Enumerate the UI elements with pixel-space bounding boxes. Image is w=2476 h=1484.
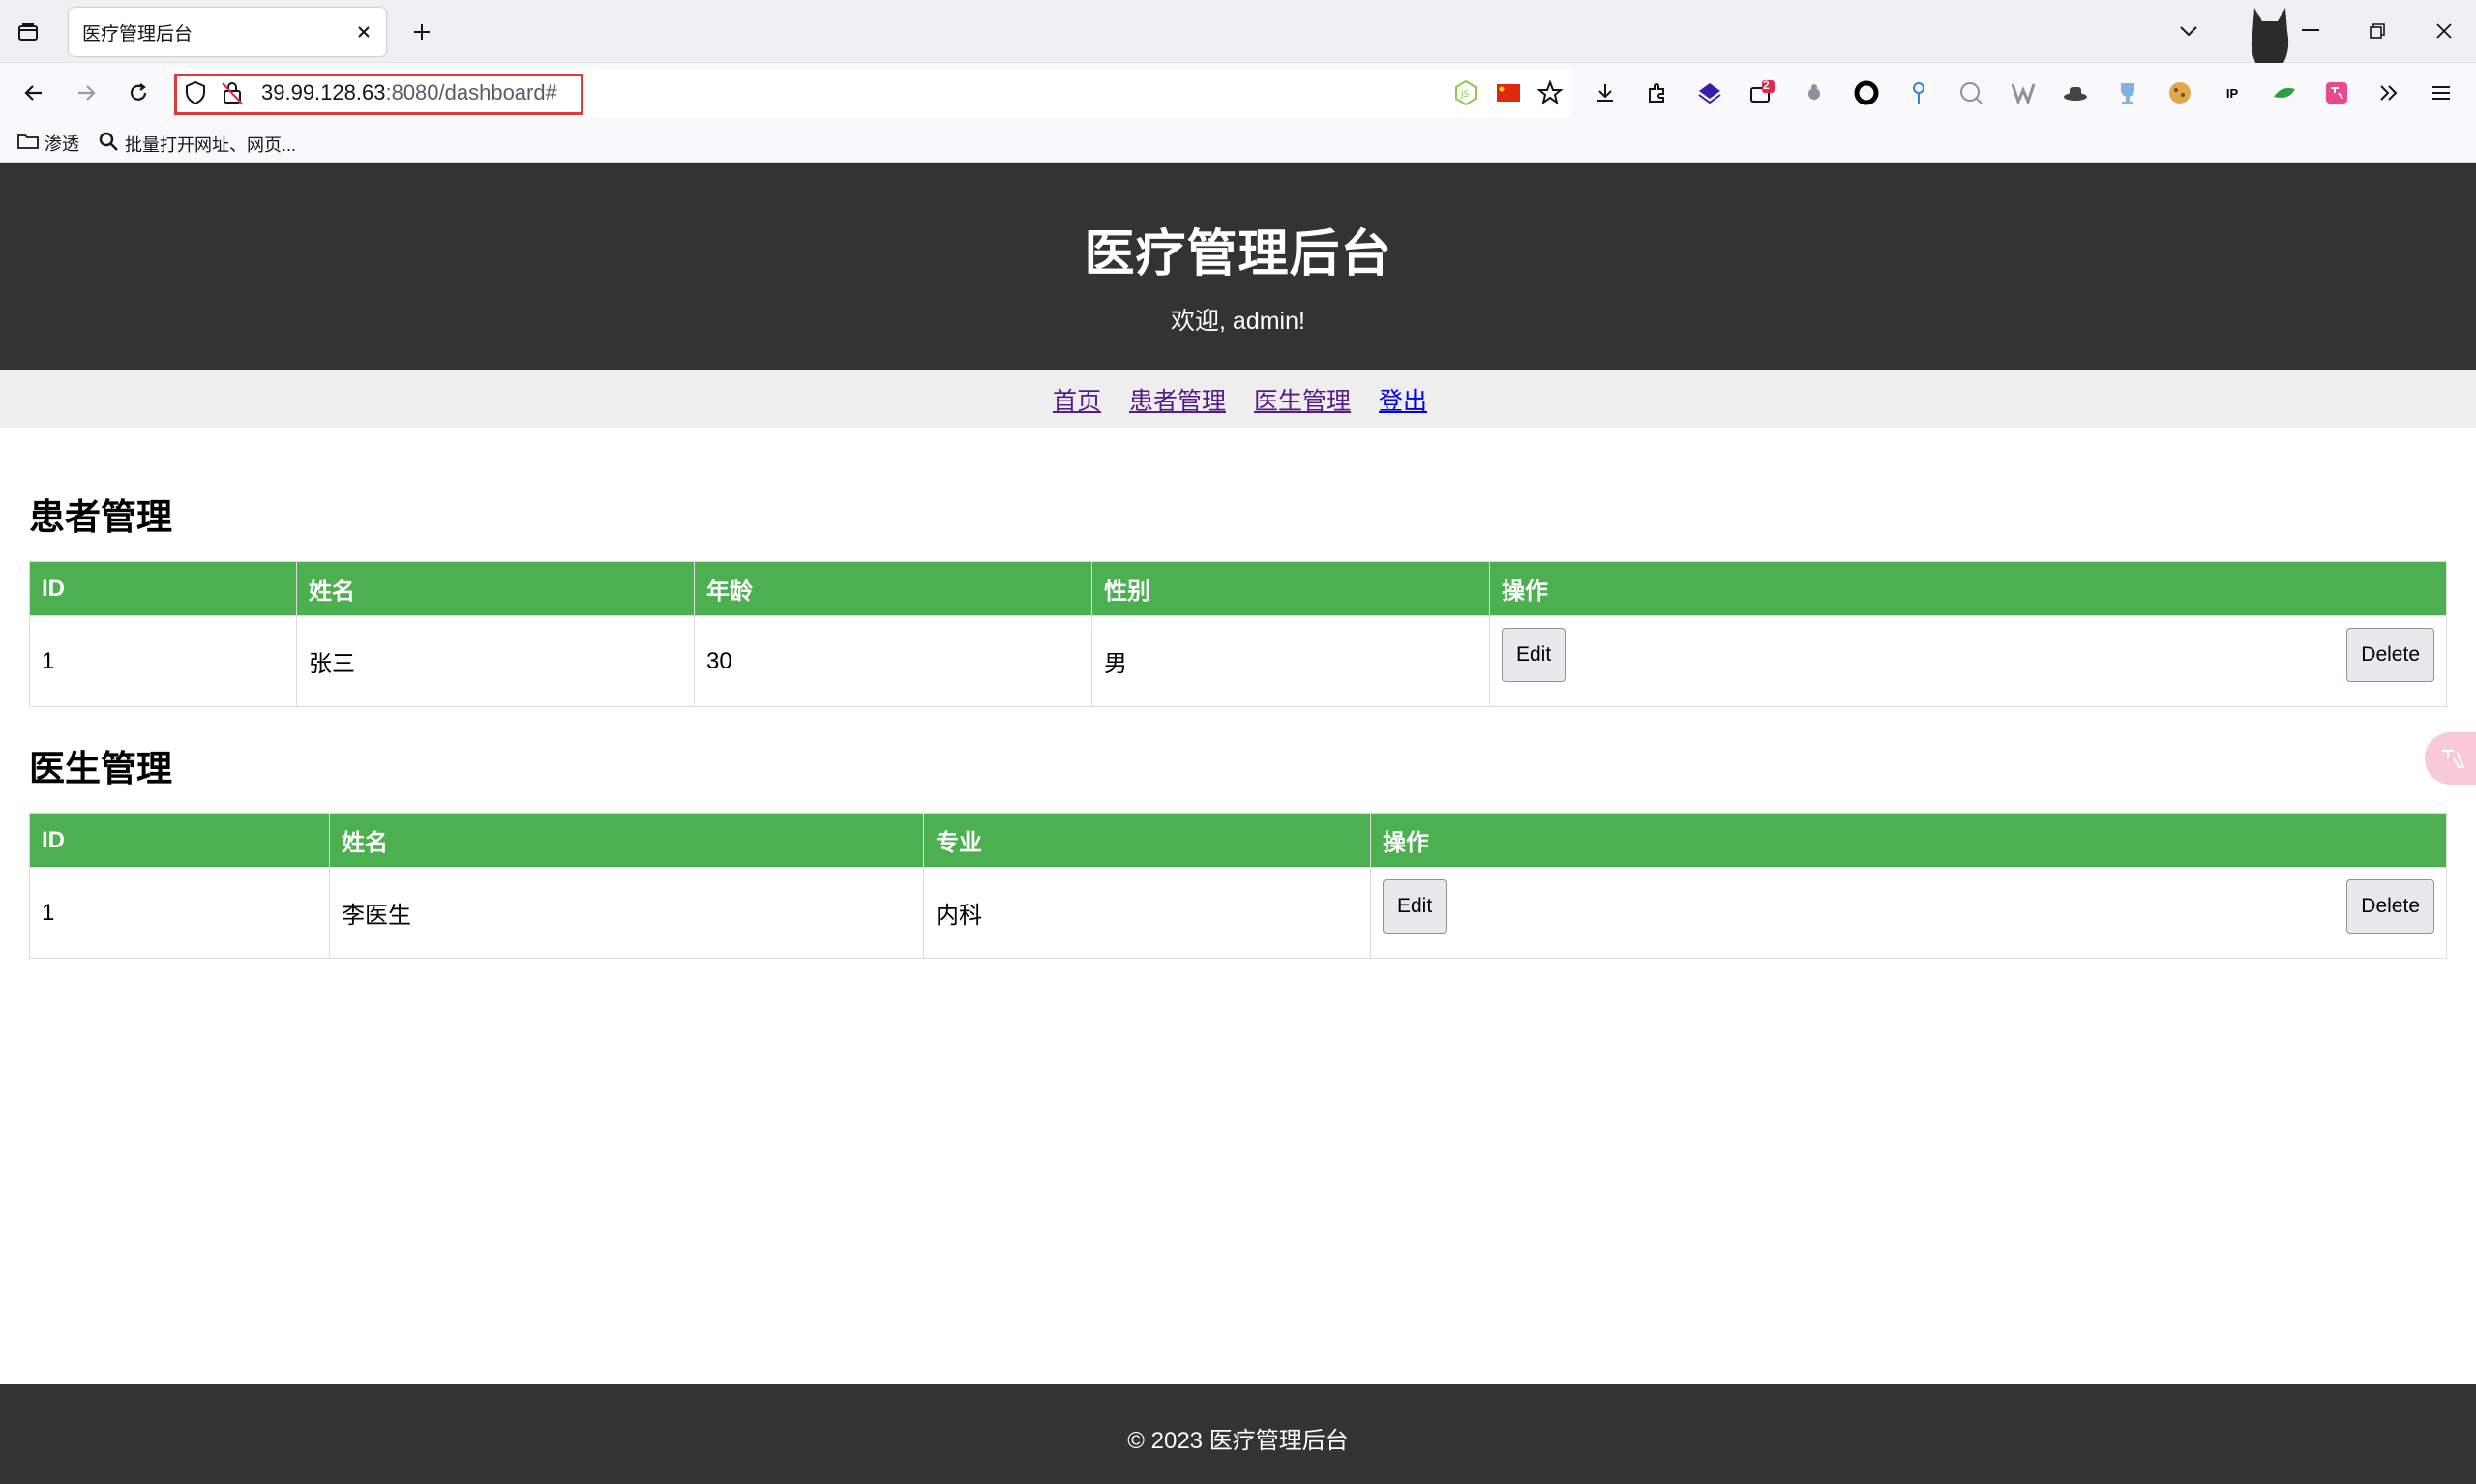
extension-badge: 2 [1763,78,1770,92]
minimize-icon[interactable] [2291,14,2330,48]
footer-copyright: © 2023 医疗管理后台 [1127,1428,1349,1454]
browser-nav-bar: 39.99.128.63:8080/dashboard# JS 2 IP [0,63,2476,123]
doctor-actions-cell: Edit Delete [1370,867,2447,959]
welcome-text: 欢迎, admin! [1171,308,1305,335]
forward-icon[interactable] [68,74,104,111]
close-tab-icon[interactable] [351,19,376,45]
download-icon[interactable] [1589,76,1622,109]
address-bar[interactable]: 39.99.128.63:8080/dashboard# JS [174,69,1572,117]
menu-hamburger-icon[interactable] [2425,76,2458,109]
patient-actions-cell: Edit Delete [1489,615,2447,707]
folder-icon [17,133,39,155]
close-window-icon[interactable] [2425,14,2463,48]
floating-translate-icon[interactable] [2425,732,2476,785]
bookmark-batch-open-label: 批量打开网址、网页... [125,134,297,155]
new-tab-icon[interactable] [404,15,439,49]
back-icon[interactable] [15,74,52,111]
doctors-table: ID 姓名 专业 操作 1 李医生 内科 Edit Delete [29,813,2447,959]
column-header: 年龄 [694,561,1092,616]
patient-id-cell: 1 [29,615,297,707]
doctor-name-cell: 李医生 [329,867,924,959]
browser-tab-title: 医疗管理后台 [82,23,194,45]
bookmarks-bar: 渗透 批量打开网址、网页... [0,123,2476,163]
nav-link-doctors[interactable]: 医生管理 [1254,382,1351,417]
edit-doctor-button[interactable]: Edit [1383,879,1447,934]
ip-search-icon[interactable] [1954,76,1987,109]
table-row: 1 张三 30 男 Edit Delete [29,615,2447,707]
column-header: 性别 [1091,561,1490,616]
browser-tab[interactable]: 医疗管理后台 [69,8,386,56]
extensions-puzzle-icon[interactable] [1641,76,1674,109]
cookie-icon[interactable] [2163,76,2196,109]
mail-extension-icon[interactable]: 2 [1745,76,1778,109]
nav-link-home[interactable]: 首页 [1053,382,1101,417]
trophy-extension-icon[interactable] [2111,76,2144,109]
doctor-specialty-cell: 内科 [923,867,1371,959]
patients-table: ID 姓名 年龄 性别 操作 1 张三 30 男 Edit Delete [29,561,2447,707]
browser-tab-bar: 医疗管理后台 [0,0,2476,114]
doctors-section-title: 医生管理 [29,749,172,788]
shield-icon[interactable] [184,80,207,110]
nav-link-patients[interactable]: 患者管理 [1129,382,1226,417]
doctor-id-cell: 1 [29,867,330,959]
url-host: 39.99.128.63 [261,80,386,104]
bug-extension-icon[interactable] [1798,76,1831,109]
patient-gender-cell: 男 [1091,615,1490,707]
reload-icon[interactable] [120,74,157,111]
patients-section-title: 患者管理 [29,497,172,537]
edit-patient-button[interactable]: Edit [1502,628,1566,682]
table-row: 1 李医生 内科 Edit Delete [29,867,2447,959]
patient-age-cell: 30 [694,615,1092,707]
patient-name-cell: 张三 [296,615,695,707]
delete-patient-button[interactable]: Delete [2346,628,2434,682]
tab-list-icon[interactable] [12,15,45,48]
column-header: 姓名 [296,561,695,616]
bookmark-folder-label: 渗透 [45,134,79,154]
page-header: 医疗管理后台 欢迎, admin! [0,163,2476,370]
ip-extension-icon[interactable]: IP [2216,76,2249,109]
search-icon [98,131,119,157]
circle-extension-icon[interactable] [1850,76,1883,109]
china-flag-icon[interactable] [1492,76,1525,109]
column-header: 操作 [1370,813,2447,868]
translate-extension-icon[interactable] [2320,76,2353,109]
main-nav: 首页 患者管理 医生管理 登出 [0,370,2476,428]
hat-extension-icon[interactable] [2059,76,2092,109]
column-header: 专业 [923,813,1371,868]
column-header: ID [29,813,330,868]
nodejs-extension-icon[interactable]: JS [1449,76,1482,109]
web-page: 医疗管理后台 欢迎, admin! 首页 患者管理 医生管理 登出 患者管理 I… [0,163,2476,1484]
url-text[interactable]: 39.99.128.63:8080/dashboard# [261,80,557,105]
svg-text:JS: JS [1460,90,1470,100]
insecure-lock-icon[interactable] [221,80,244,110]
nav-link-logout[interactable]: 登出 [1379,382,1427,417]
page-title: 医疗管理后台 [1084,226,1392,282]
page-footer: © 2023 医疗管理后台 [0,1384,2476,1484]
column-header: ID [29,561,297,616]
location-pin-icon[interactable] [1902,76,1935,109]
layers-extension-icon[interactable] [1693,76,1726,109]
column-header: 操作 [1489,561,2447,616]
url-path: :8080/dashboard# [385,80,557,104]
overflow-chevrons-icon[interactable] [2372,76,2405,109]
restore-icon[interactable] [2358,14,2397,48]
doctors-table-header: ID 姓名 专业 操作 [29,813,2447,868]
wappalyzer-icon[interactable] [2007,76,2040,109]
list-all-tabs-icon[interactable] [2169,14,2208,48]
delete-doctor-button[interactable]: Delete [2346,879,2434,934]
column-header: 姓名 [329,813,924,868]
bookmark-batch-open[interactable]: 批量打开网址、网页... [98,131,296,157]
bookmark-folder[interactable]: 渗透 [17,131,79,156]
bookmark-star-icon[interactable] [1534,76,1566,109]
green-leaf-extension-icon[interactable] [2268,76,2301,109]
patients-table-header: ID 姓名 年龄 性别 操作 [29,561,2447,616]
